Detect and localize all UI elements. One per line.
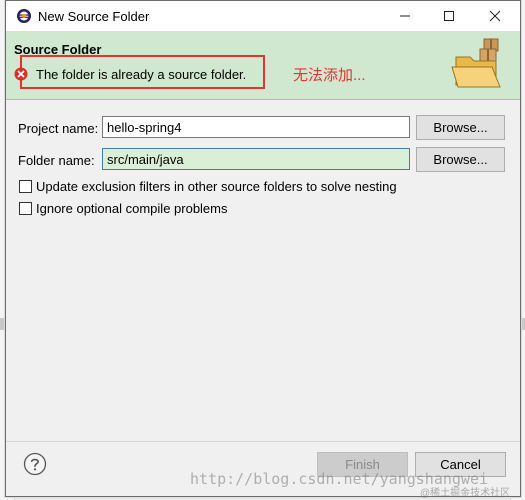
update-exclusion-label: Update exclusion filters in other source… xyxy=(36,179,397,194)
new-source-folder-dialog: New Source Folder Source Folder The fold… xyxy=(5,0,521,497)
project-browse-button[interactable]: Browse... xyxy=(416,115,505,140)
project-name-label: Project name: xyxy=(18,121,99,136)
close-button[interactable] xyxy=(472,1,518,31)
title-bar: New Source Folder xyxy=(6,1,520,31)
source-folder-icon xyxy=(451,38,501,88)
close-icon xyxy=(489,10,501,22)
minimize-button[interactable] xyxy=(382,1,428,31)
eclipse-icon xyxy=(17,9,31,23)
annotation-text: 无法添加... xyxy=(293,67,366,84)
minimize-icon xyxy=(400,15,410,17)
folder-name-label: Folder name: xyxy=(18,153,95,168)
maximize-button[interactable] xyxy=(426,1,472,31)
project-name-field[interactable] xyxy=(102,116,410,138)
maximize-icon xyxy=(444,11,454,21)
window-title: New Source Folder xyxy=(38,9,150,24)
update-exclusion-option[interactable]: Update exclusion filters in other source… xyxy=(19,179,397,194)
ignore-optional-option[interactable]: Ignore optional compile problems xyxy=(19,201,228,216)
ignore-optional-checkbox[interactable] xyxy=(19,202,32,215)
help-icon[interactable] xyxy=(23,452,47,476)
folder-name-field[interactable] xyxy=(102,148,410,170)
error-message: The folder is already a source folder. xyxy=(36,67,247,82)
watermark-credit: @稀土掘金技术社区 xyxy=(420,488,511,499)
wizard-banner: Source Folder The folder is already a so… xyxy=(6,31,520,100)
folder-browse-button[interactable]: Browse... xyxy=(416,147,505,172)
error-icon xyxy=(14,67,28,81)
update-exclusion-checkbox[interactable] xyxy=(19,180,32,193)
ignore-optional-label: Ignore optional compile problems xyxy=(36,201,228,216)
footer-separator xyxy=(6,441,520,442)
